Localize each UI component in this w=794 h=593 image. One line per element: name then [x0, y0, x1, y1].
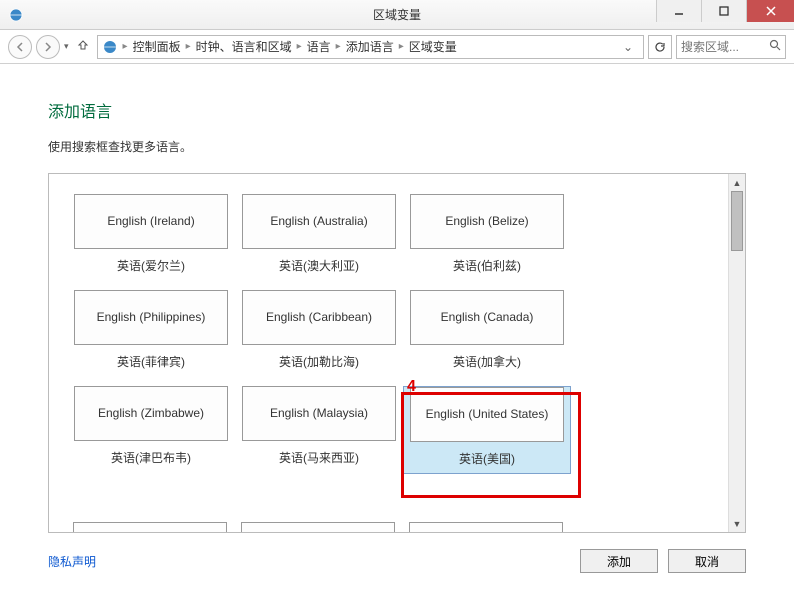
breadcrumb-item[interactable]: 语言 — [307, 38, 331, 55]
window-title: 区域变量 — [373, 6, 421, 23]
breadcrumb-item[interactable]: 控制面板 — [133, 38, 181, 55]
language-tile-partial[interactable] — [73, 522, 227, 532]
language-tile-partial[interactable] — [241, 522, 395, 532]
close-button[interactable] — [746, 0, 794, 22]
chevron-right-icon: ▸ — [333, 41, 344, 52]
privacy-link[interactable]: 隐私声明 — [48, 553, 96, 570]
language-caption: 英语(津巴布韦) — [111, 449, 191, 466]
search-icon[interactable] — [769, 38, 781, 56]
breadcrumb-item[interactable]: 添加语言 — [346, 38, 394, 55]
refresh-button[interactable] — [648, 35, 672, 59]
language-caption: 英语(菲律宾) — [117, 353, 185, 370]
language-list-frame: English (Ireland) 英语(爱尔兰) English (Austral… — [48, 173, 746, 533]
scroll-up-arrow[interactable]: ▲ — [729, 174, 745, 191]
chevron-right-icon: ▸ — [120, 41, 131, 52]
language-caption: 英语(伯利兹) — [453, 257, 521, 274]
chevron-right-icon: ▸ — [183, 41, 194, 52]
breadcrumb-item[interactable]: 时钟、语言和区域 — [196, 38, 292, 55]
up-button[interactable] — [73, 38, 93, 56]
titlebar: 区域变量 — [0, 0, 794, 30]
language-item[interactable]: English (Ireland) 英语(爱尔兰) — [67, 194, 235, 280]
scroll-down-arrow[interactable]: ▼ — [729, 515, 745, 532]
search-box[interactable] — [676, 35, 786, 59]
breadcrumb[interactable]: ▸ 控制面板 ▸ 时钟、语言和区域 ▸ 语言 ▸ 添加语言 ▸ 区域变量 ⌄ — [97, 35, 644, 59]
language-caption: 英语(澳大利亚) — [279, 257, 359, 274]
add-button[interactable]: 添加 — [580, 549, 658, 573]
maximize-button[interactable] — [701, 0, 746, 22]
language-tile-partial[interactable] — [409, 522, 563, 532]
language-item[interactable]: English (Zimbabwe) 英语(津巴布韦) — [67, 386, 235, 474]
language-tile[interactable]: English (Ireland) — [74, 194, 228, 249]
page-subtitle: 使用搜索框查找更多语言。 — [48, 138, 746, 155]
page-title: 添加语言 — [48, 98, 746, 122]
annotation-highlight — [401, 392, 581, 498]
back-button[interactable] — [8, 35, 32, 59]
search-input[interactable] — [681, 40, 769, 54]
language-item[interactable]: English (Malaysia) 英语(马来西亚) — [235, 386, 403, 474]
chevron-right-icon: ▸ — [396, 41, 407, 52]
language-item[interactable]: English (Canada) 英语(加拿大) — [403, 290, 571, 376]
globe-icon — [102, 39, 118, 55]
language-tile[interactable]: English (Zimbabwe) — [74, 386, 228, 441]
language-tile[interactable]: English (Belize) — [410, 194, 564, 249]
language-item[interactable]: English (Belize) 英语(伯利兹) — [403, 194, 571, 280]
language-tile[interactable]: English (Canada) — [410, 290, 564, 345]
language-caption: 英语(加勒比海) — [279, 353, 359, 370]
language-caption: 英语(加拿大) — [453, 353, 521, 370]
navbar: ▾ ▸ 控制面板 ▸ 时钟、语言和区域 ▸ 语言 ▸ 添加语言 ▸ 区域变量 ⌄ — [0, 30, 794, 64]
chevron-right-icon: ▸ — [294, 41, 305, 52]
language-caption: 英语(马来西亚) — [279, 449, 359, 466]
language-item[interactable]: English (Caribbean) 英语(加勒比海) — [235, 290, 403, 376]
language-tile[interactable]: English (Philippines) — [74, 290, 228, 345]
forward-button[interactable] — [36, 35, 60, 59]
footer: 隐私声明 添加 取消 — [0, 533, 794, 589]
content-area: 添加语言 使用搜索框查找更多语言。 English (Ireland) 英语(爱尔… — [0, 64, 794, 533]
vertical-scrollbar[interactable]: ▲ ▼ — [728, 174, 745, 532]
cancel-button[interactable]: 取消 — [668, 549, 746, 573]
scroll-thumb[interactable] — [731, 191, 743, 251]
breadcrumb-item[interactable]: 区域变量 — [409, 38, 457, 55]
minimize-button[interactable] — [656, 0, 701, 22]
app-icon — [8, 7, 24, 23]
language-item[interactable]: English (Australia) 英语(澳大利亚) — [235, 194, 403, 280]
language-caption: 英语(爱尔兰) — [117, 257, 185, 274]
history-dropdown-icon[interactable]: ▾ — [64, 41, 69, 52]
language-tile[interactable]: English (Australia) — [242, 194, 396, 249]
language-tile[interactable]: English (Caribbean) — [242, 290, 396, 345]
window-controls — [656, 0, 794, 29]
language-tile[interactable]: English (Malaysia) — [242, 386, 396, 441]
language-list: English (Ireland) 英语(爱尔兰) English (Austral… — [49, 174, 745, 532]
chevron-down-icon[interactable]: ⌄ — [623, 40, 639, 54]
language-item[interactable]: English (Philippines) 英语(菲律宾) — [67, 290, 235, 376]
